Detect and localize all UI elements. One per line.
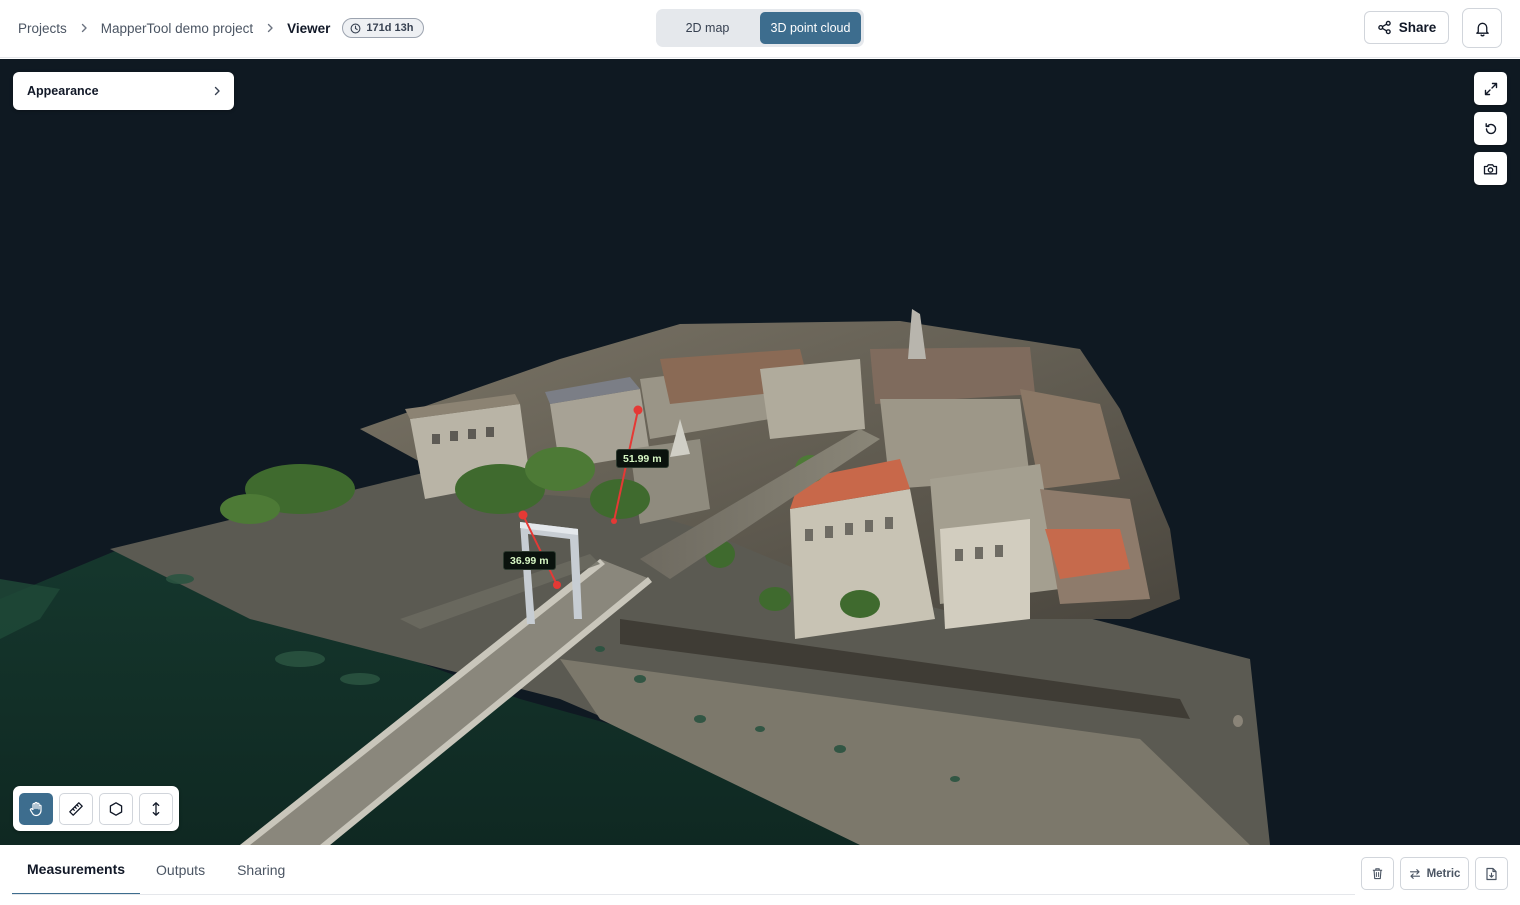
tabs-divider (12, 894, 1355, 895)
breadcrumb-projects[interactable]: Projects (18, 21, 67, 36)
ruler-icon (69, 801, 83, 816)
measurement-tool-palette (13, 786, 179, 831)
pan-tool-button[interactable] (19, 792, 53, 825)
area-tool-button[interactable] (99, 792, 133, 825)
view-mode-toggle: 2D map 3D point cloud (656, 9, 864, 47)
expand-icon (1484, 82, 1497, 95)
height-tool-button[interactable] (139, 792, 173, 825)
point-cloud-viewer[interactable]: 51.99 m 36.99 m Appearance (0, 59, 1520, 845)
bottom-panel: Measurements Outputs Sharing Metric (0, 845, 1520, 905)
stray-point (1233, 715, 1243, 727)
swap-icon (1409, 868, 1420, 879)
view-mode-2d-map[interactable]: 2D map (659, 12, 756, 44)
units-toggle-button[interactable]: Metric (1400, 857, 1469, 890)
polygon-icon (109, 801, 123, 816)
clock-icon (350, 23, 361, 33)
view-mode-3d-point-cloud[interactable]: 3D point cloud (760, 12, 861, 44)
tab-sharing[interactable]: Sharing (221, 845, 301, 895)
measurement-label: 51.99 m (616, 449, 669, 468)
bottom-tabs: Measurements Outputs Sharing (12, 845, 301, 895)
fullscreen-button[interactable] (1474, 72, 1507, 105)
notifications-button[interactable] (1462, 8, 1502, 48)
chevron-right-icon (263, 21, 277, 35)
appearance-label: Appearance (27, 84, 99, 98)
bell-icon (1475, 22, 1489, 36)
hand-pan-icon (29, 801, 42, 816)
share-icon (1377, 20, 1391, 35)
chevron-right-icon (77, 21, 91, 35)
breadcrumb-project[interactable]: MapperTool demo project (101, 21, 253, 36)
appearance-panel-toggle[interactable]: Appearance (13, 72, 234, 110)
point-cloud-scene[interactable] (0, 59, 1520, 845)
share-label: Share (1398, 20, 1437, 35)
export-file-icon (1486, 867, 1497, 880)
measurement-label: 36.99 m (503, 551, 556, 570)
timer-badge: 171d 13h (342, 18, 424, 38)
page-title: Viewer (287, 20, 331, 36)
chevron-right-icon (214, 86, 220, 96)
breadcrumb: Projects MapperTool demo project Viewer … (18, 0, 424, 56)
units-label: Metric (1426, 867, 1461, 880)
export-measurements-button[interactable] (1475, 857, 1508, 890)
top-bar: Projects MapperTool demo project Viewer … (0, 0, 1520, 58)
delete-measurements-button[interactable] (1361, 857, 1394, 890)
timer-text: 171d 13h (366, 22, 414, 34)
distance-tool-button[interactable] (59, 792, 93, 825)
viewer-side-tools (1474, 72, 1507, 185)
vertical-height-icon (152, 801, 160, 816)
trash-icon (1372, 868, 1383, 880)
camera-icon (1483, 163, 1498, 174)
reset-view-button[interactable] (1474, 112, 1507, 145)
reset-view-icon (1485, 122, 1496, 134)
share-button[interactable]: Share (1364, 11, 1449, 44)
screenshot-button[interactable] (1474, 152, 1507, 185)
tab-measurements[interactable]: Measurements (12, 845, 141, 895)
tab-outputs[interactable]: Outputs (140, 845, 221, 895)
